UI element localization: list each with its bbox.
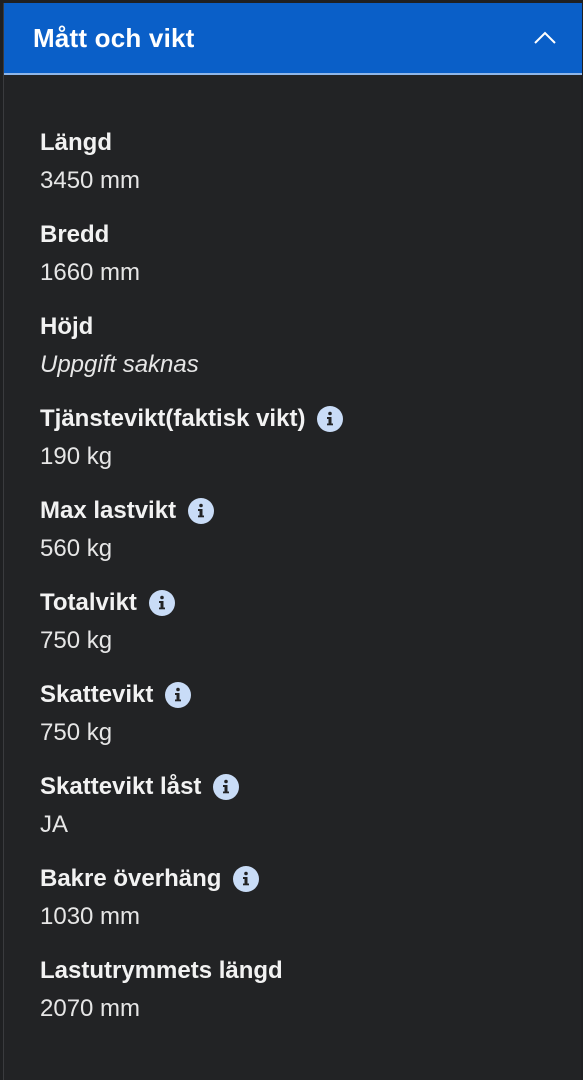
field-total-weight: Totalvikt 750 kg (40, 585, 582, 677)
info-icon[interactable] (233, 866, 260, 892)
field-value: 190 kg (40, 443, 113, 470)
field-curb-weight: Tjänstevikt(faktisk vikt) 190 kg (40, 401, 582, 493)
field-label: Höjd (40, 313, 94, 340)
field-value: 750 kg (40, 719, 113, 746)
field-label: Max lastvikt (40, 497, 177, 524)
field-label: Skattevikt (40, 681, 154, 708)
field-tax-weight: Skattevikt 750 kg (40, 677, 582, 769)
field-value: 560 kg (40, 535, 113, 562)
field-max-load: Max lastvikt 560 kg (40, 493, 582, 585)
field-value: JA (40, 811, 69, 838)
info-icon[interactable] (188, 498, 215, 524)
field-value: 3450 mm (40, 167, 141, 194)
field-label: Längd (40, 129, 112, 156)
field-width: Bredd 1660 mm (40, 217, 582, 309)
field-rear-overhang: Bakre överhäng 1030 mm (40, 861, 582, 953)
field-value: 750 kg (40, 627, 113, 654)
section-header[interactable]: Mått och vikt (4, 3, 582, 75)
section-content: Längd 3450 mm Bredd 1660 mm Höjd Uppgift… (4, 75, 582, 1045)
field-label: Lastutrymmets längd (40, 957, 283, 984)
field-label: Bakre överhäng (40, 865, 222, 892)
field-tax-weight-locked: Skattevikt låst JA (40, 769, 582, 861)
field-cargo-length: Lastutrymmets längd 2070 mm (40, 953, 582, 1045)
info-icon[interactable] (148, 590, 175, 616)
field-label: Totalvikt (40, 589, 137, 616)
field-label: Tjänstevikt(faktisk vikt) (40, 405, 306, 432)
dimensions-weight-panel: Mått och vikt Längd 3450 mm Bredd 1660 m… (3, 3, 582, 1080)
chevron-up-icon[interactable] (532, 25, 558, 51)
info-icon[interactable] (213, 774, 240, 800)
section-title: Mått och vikt (33, 22, 195, 53)
field-height: Höjd Uppgift saknas (40, 309, 582, 401)
field-value: 2070 mm (40, 995, 141, 1022)
info-icon[interactable] (165, 682, 192, 708)
field-label: Bredd (40, 221, 110, 248)
field-label: Skattevikt låst (40, 773, 202, 800)
field-value: 1660 mm (40, 259, 141, 286)
field-value: Uppgift saknas (40, 351, 199, 378)
info-icon[interactable] (317, 406, 344, 432)
field-length: Längd 3450 mm (40, 125, 582, 217)
field-value: 1030 mm (40, 903, 141, 930)
